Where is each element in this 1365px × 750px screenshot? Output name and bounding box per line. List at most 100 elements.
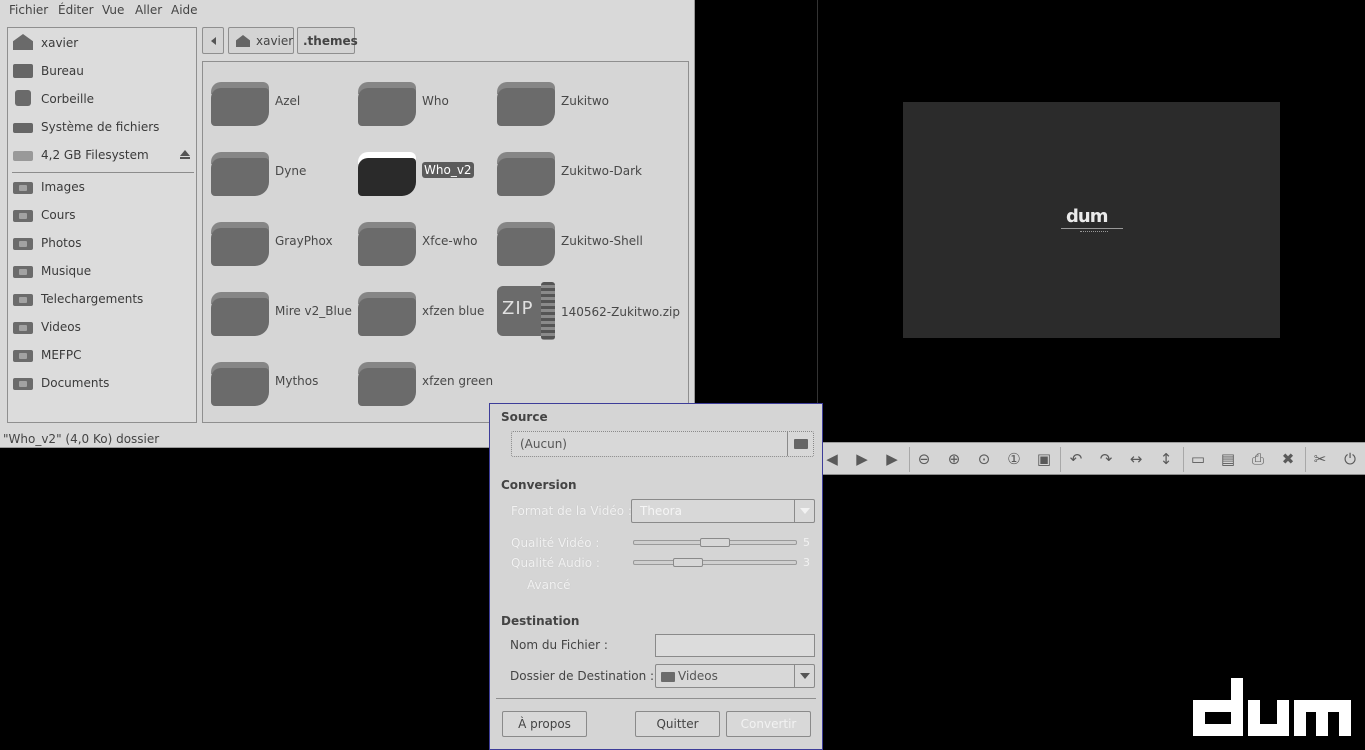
path-back-button[interactable] [202,27,224,54]
toolbar-separator [1183,447,1184,472]
file-item[interactable]: xfzen blue [358,292,493,342]
next-icon[interactable]: ▶ [851,449,873,469]
rotate-right-icon[interactable]: ↷ [1095,449,1117,469]
menu-aller[interactable]: Aller [135,3,162,17]
file-item[interactable]: Zukitwo-Shell [497,222,682,272]
file-item[interactable]: Xfce-who [358,222,493,272]
sidebar-item-cours[interactable]: Cours [8,202,196,228]
open-icon[interactable]: ▭ [1187,449,1209,469]
path-button-themes[interactable]: .themes [297,27,358,54]
prev-icon[interactable]: ◀ [821,449,843,469]
zoom-out-icon[interactable]: ⊖ [913,449,935,469]
folder-icon [358,82,416,126]
quit-icon[interactable]: ⏻ [1339,449,1361,469]
sidebar-item-label: Videos [41,320,81,334]
format-value: Theora [640,504,682,518]
rotate-left-icon[interactable]: ↶ [1065,449,1087,469]
sidebar-item-filesystem[interactable]: 4,2 GB Filesystem [8,142,196,168]
sidebar-item-images[interactable]: Images [8,174,196,200]
source-file-chooser[interactable]: (Aucun) [511,431,814,457]
menu-fichier[interactable]: Fichier [9,3,48,17]
file-item-selected[interactable]: Who_v2 [358,152,493,202]
eject-icon[interactable] [180,150,190,159]
filename-input[interactable] [655,634,815,657]
home-icon [13,34,33,50]
print-icon[interactable]: ⎙ [1247,449,1269,469]
folder-icon [13,350,33,362]
sidebar-item-bureau[interactable]: Bureau [8,58,196,84]
delete-icon[interactable]: ✖ [1277,449,1299,469]
file-item[interactable]: xfzen green [358,362,493,412]
folder-icon [358,292,416,336]
folder-icon [358,362,416,406]
desktop-icon [13,64,33,78]
file-item[interactable]: Zukitwo [497,82,682,132]
sidebar-item-telechargements[interactable]: Telechargements [8,286,196,312]
zoom-fit-icon[interactable]: ⊙ [973,449,995,469]
status-bar: "Who_v2" (4,0 Ko) dossier [3,432,160,446]
format-label: Format de la Vidéo : [511,504,632,518]
save-icon[interactable]: ▤ [1217,449,1239,469]
folder-icon [497,82,555,126]
pictures-folder-icon [13,182,33,194]
path-button-xavier[interactable]: xavier [228,27,294,54]
source-title: Source [501,410,548,424]
file-item-zip[interactable]: ZIP 140562-Zukitwo.zip [497,282,682,342]
sidebar-item-photos[interactable]: Photos [8,230,196,256]
file-item[interactable]: Dyne [211,152,351,202]
file-item[interactable]: Mythos [211,362,351,412]
audio-quality-label: Qualité Audio : [511,556,600,570]
about-button[interactable]: À propos [502,711,587,737]
sidebar-item-corbeille[interactable]: Corbeille [8,86,196,112]
fullscreen-icon[interactable]: ▣ [1033,449,1055,469]
format-select[interactable]: Theora [631,499,815,523]
video-quality-slider[interactable] [633,538,797,547]
source-value: (Aucun) [520,437,567,451]
convert-button[interactable]: Convertir [726,711,811,737]
sidebar-item-documents[interactable]: Documents [8,370,196,396]
dest-folder-value: Videos [678,669,718,683]
file-label: 140562-Zukitwo.zip [561,305,680,319]
flip-horizontal-icon[interactable]: ↔ [1125,449,1147,469]
file-item[interactable]: Zukitwo-Dark [497,152,682,202]
download-folder-icon [13,294,33,306]
zoom-100-icon[interactable]: ① [1003,449,1025,469]
file-item[interactable]: Mire v2_Blue [211,292,352,342]
sidebar-item-label: Corbeille [41,92,95,106]
music-folder-icon [13,266,33,278]
zoom-in-icon[interactable]: ⊕ [943,449,965,469]
dest-folder-select[interactable]: Videos [655,664,815,688]
file-item[interactable]: GrayPhox [211,222,351,272]
folder-icon [13,238,33,250]
sidebar-item-videos[interactable]: Videos [8,314,196,340]
sidebar-item-xavier[interactable]: xavier [8,30,196,56]
menu-editer[interactable]: Éditer [58,3,94,17]
quit-button[interactable]: Quitter [635,711,720,737]
zip-icon-text: ZIP [502,298,534,319]
logo-letter-u [1248,700,1289,736]
file-item[interactable]: Who [358,82,493,132]
slider-handle[interactable] [673,558,703,567]
file-label: Mythos [275,374,319,388]
dest-folder-label: Dossier de Destination : [510,669,655,683]
sidebar-item-systeme-de-fichiers[interactable]: Système de fichiers [8,114,196,140]
sidebar-item-label: MEFPC [41,348,82,362]
file-label: Zukitwo [561,94,609,108]
folder-icon [211,222,269,266]
sidebar-item-mefpc[interactable]: MEFPC [8,342,196,368]
menu-aide[interactable]: Aide [171,3,198,17]
play-icon[interactable]: ▶ [881,449,903,469]
advanced-expander[interactable]: Avancé [527,578,571,592]
flip-vertical-icon[interactable]: ↕ [1155,449,1177,469]
audio-quality-slider[interactable] [633,558,797,567]
sidebar-item-label: xavier [41,36,79,50]
preview-logo-underline [1061,228,1123,229]
file-label: Who_v2 [422,162,474,178]
sidebar-item-musique[interactable]: Musique [8,258,196,284]
slider-handle[interactable] [700,538,730,547]
menu-vue[interactable]: Vue [102,3,124,17]
sidebar-item-label: Bureau [41,64,84,78]
tools-icon[interactable]: ✂ [1309,449,1331,469]
folder-icon [211,82,269,126]
file-item[interactable]: Azel [211,82,351,132]
